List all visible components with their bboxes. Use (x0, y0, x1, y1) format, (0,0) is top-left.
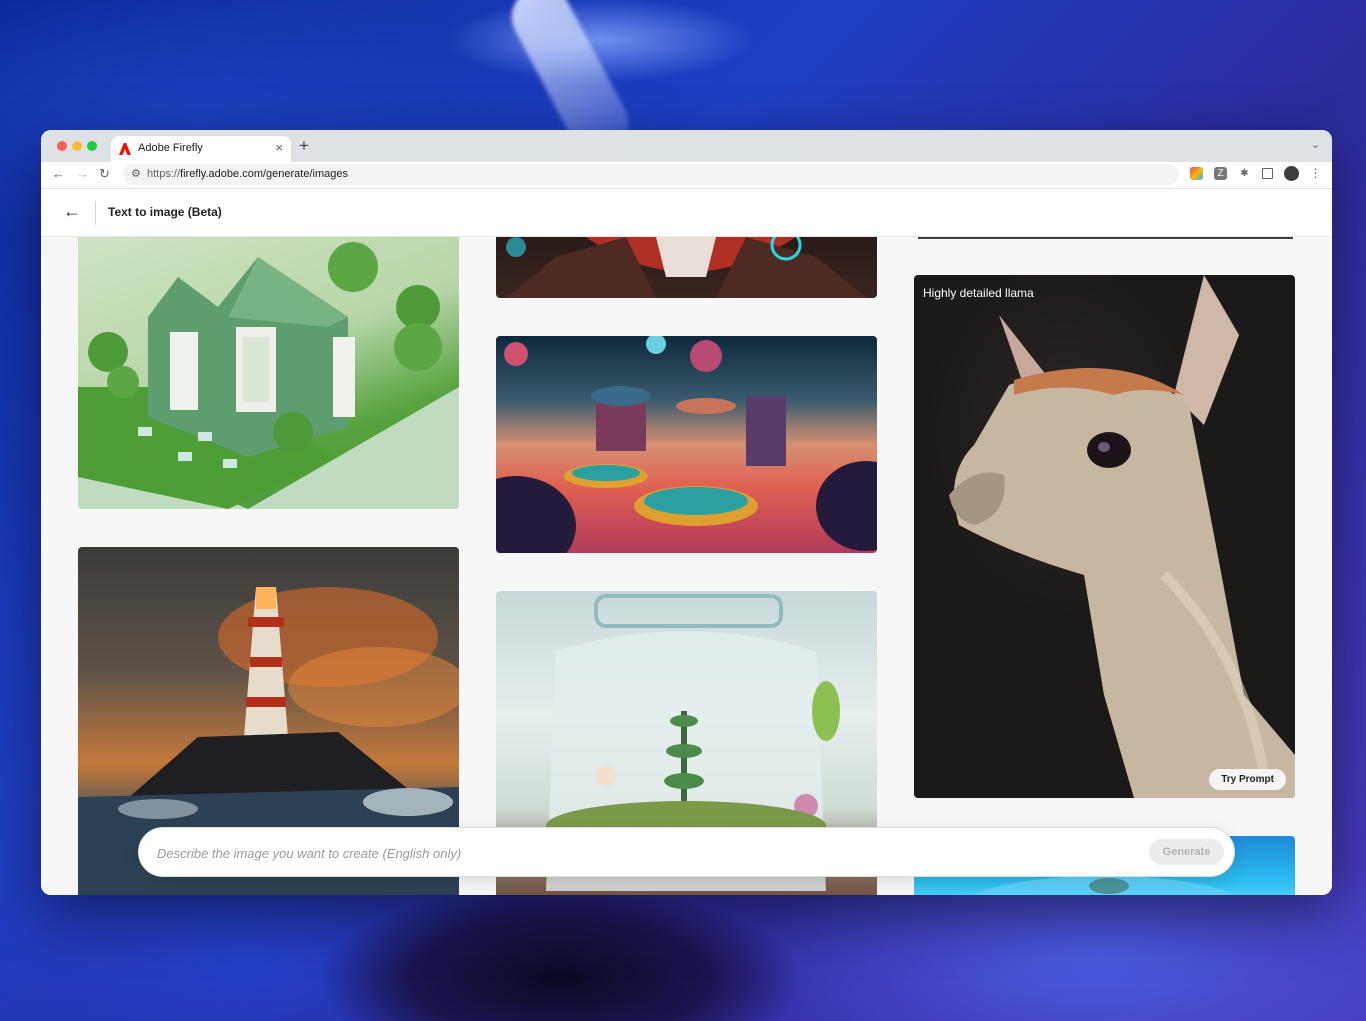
gallery-card-llama[interactable]: Highly detailed llama Try Prompt (914, 275, 1295, 798)
image-gallery: Highly detailed llama Try Prompt (41, 237, 1332, 895)
site-info-icon[interactable]: ⚙ (131, 167, 141, 180)
back-nav-icon[interactable]: ← (52, 166, 65, 181)
tab-bar: Adobe Firefly × + ⌄ (41, 130, 1332, 162)
close-window-button[interactable] (57, 141, 67, 151)
tab-title: Adobe Firefly (138, 142, 203, 154)
browser-tab[interactable]: Adobe Firefly × (111, 136, 291, 162)
gallery-card-top-strip[interactable] (918, 237, 1293, 239)
maximize-window-button[interactable] (87, 141, 97, 151)
llama-illustration (949, 275, 1295, 798)
generate-button[interactable]: Generate (1149, 839, 1224, 865)
try-prompt-button[interactable]: Try Prompt (1209, 769, 1286, 790)
minimize-window-button[interactable] (72, 141, 82, 151)
forward-nav-icon[interactable]: → (76, 166, 89, 181)
prompt-input[interactable] (155, 840, 1119, 866)
z-extension-icon[interactable]: Z (1214, 167, 1227, 180)
house-illustration (78, 242, 459, 509)
gallery-card-house[interactable] (78, 237, 459, 509)
new-tab-button[interactable]: + (299, 136, 309, 156)
llama-card-label: Highly detailed llama (923, 286, 1034, 300)
carnival-illustration (496, 336, 877, 553)
page-title: Text to image (Beta) (108, 205, 222, 219)
side-panel-icon[interactable] (1262, 168, 1273, 179)
gallery-card-portrait[interactable] (496, 237, 877, 298)
profile-avatar[interactable] (1284, 166, 1299, 181)
portrait-illustration (506, 237, 867, 298)
chevron-down-icon[interactable]: ⌄ (1311, 138, 1320, 151)
url-text: https://firefly.adobe.com/generate/image… (147, 168, 348, 180)
url-bar[interactable]: ⚙ https://firefly.adobe.com/generate/ima… (123, 164, 1179, 185)
color-extension-icon[interactable] (1190, 167, 1203, 180)
header-divider (95, 201, 96, 225)
browser-window: Adobe Firefly × + ⌄ ← → ↻ ⚙ https://fire… (41, 130, 1332, 895)
address-toolbar: ← → ↻ ⚙ https://firefly.adobe.com/genera… (41, 162, 1332, 189)
prompt-bar: Generate (138, 827, 1235, 877)
kebab-menu-icon[interactable]: ⋮ (1309, 167, 1322, 180)
gallery-card-carnival[interactable] (496, 336, 877, 553)
adobe-logo-icon (119, 143, 131, 155)
puzzle-extensions-icon[interactable]: ✱ (1238, 167, 1251, 180)
back-arrow-icon[interactable]: ← (63, 201, 81, 222)
tab-close-icon[interactable]: × (275, 140, 283, 155)
reload-icon[interactable]: ↻ (99, 166, 110, 182)
app-header: ← Text to image (Beta) (41, 189, 1332, 237)
